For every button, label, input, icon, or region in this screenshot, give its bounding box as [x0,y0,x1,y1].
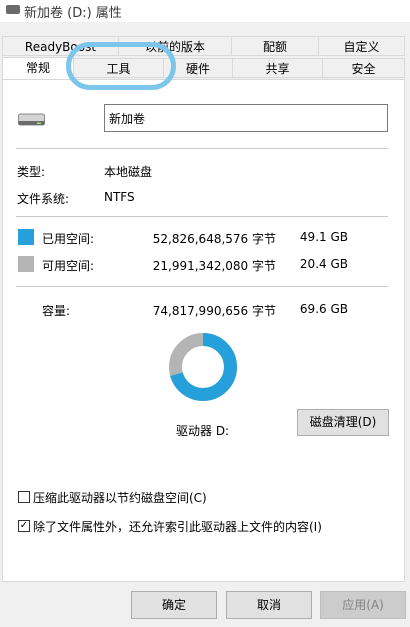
capacity-bytes: 74,817,990,656 字节 [152,304,276,318]
filesystem-value: NTFS [104,190,135,204]
tab-general[interactable]: 常规 [2,57,74,79]
window-title: 新加卷 (D:) 属性 [24,6,122,21]
tab-customize[interactable]: 自定义 [318,36,405,56]
type-label: 类型: [17,165,46,179]
tab-tools[interactable]: 工具 [73,58,164,78]
free-space-label: 可用空间: [42,259,95,273]
drive-label: 驱动器 D: [176,424,230,438]
tab-quota[interactable]: 配额 [231,36,319,56]
cancel-button[interactable]: 取消 [226,591,312,619]
disk-usage-donut [169,333,237,401]
tab-security[interactable]: 安全 [322,58,405,78]
separator [16,286,388,287]
free-space-size: 20.4 GB [299,257,348,271]
hard-drive-icon [18,113,45,126]
general-panel [2,79,405,582]
compress-checkbox[interactable] [18,491,30,503]
tab-sharing[interactable]: 共享 [232,58,323,78]
separator [16,216,388,217]
ok-button[interactable]: 确定 [131,591,217,619]
used-space-bytes: 52,826,648,576 字节 [152,232,276,246]
volume-name-input[interactable] [104,104,388,132]
type-value: 本地磁盘 [104,165,153,179]
drive-icon [6,5,20,14]
filesystem-label: 文件系统: [17,192,70,206]
disk-cleanup-button[interactable]: 磁盘清理(D) [297,409,389,436]
separator [16,148,388,149]
index-checkbox[interactable]: ✓ [18,520,30,532]
tab-hardware[interactable]: 硬件 [163,58,233,78]
free-space-swatch [18,256,34,272]
capacity-size: 69.6 GB [299,302,348,316]
index-label[interactable]: 除了文件属性外，还允许索引此驱动器上文件的内容(I) [33,518,322,535]
used-space-swatch [18,229,34,245]
free-space-bytes: 21,991,342,080 字节 [152,259,276,273]
compress-label[interactable]: 压缩此驱动器以节约磁盘空间(C) [33,489,207,506]
apply-button[interactable]: 应用(A) [320,591,406,619]
used-space-size: 49.1 GB [299,230,348,244]
capacity-label: 容量: [42,304,71,318]
tab-previous-versions[interactable]: 以前的版本 [118,36,232,56]
used-space-label: 已用空间: [42,232,95,246]
tab-readyboost[interactable]: ReadyBoost [2,36,119,56]
